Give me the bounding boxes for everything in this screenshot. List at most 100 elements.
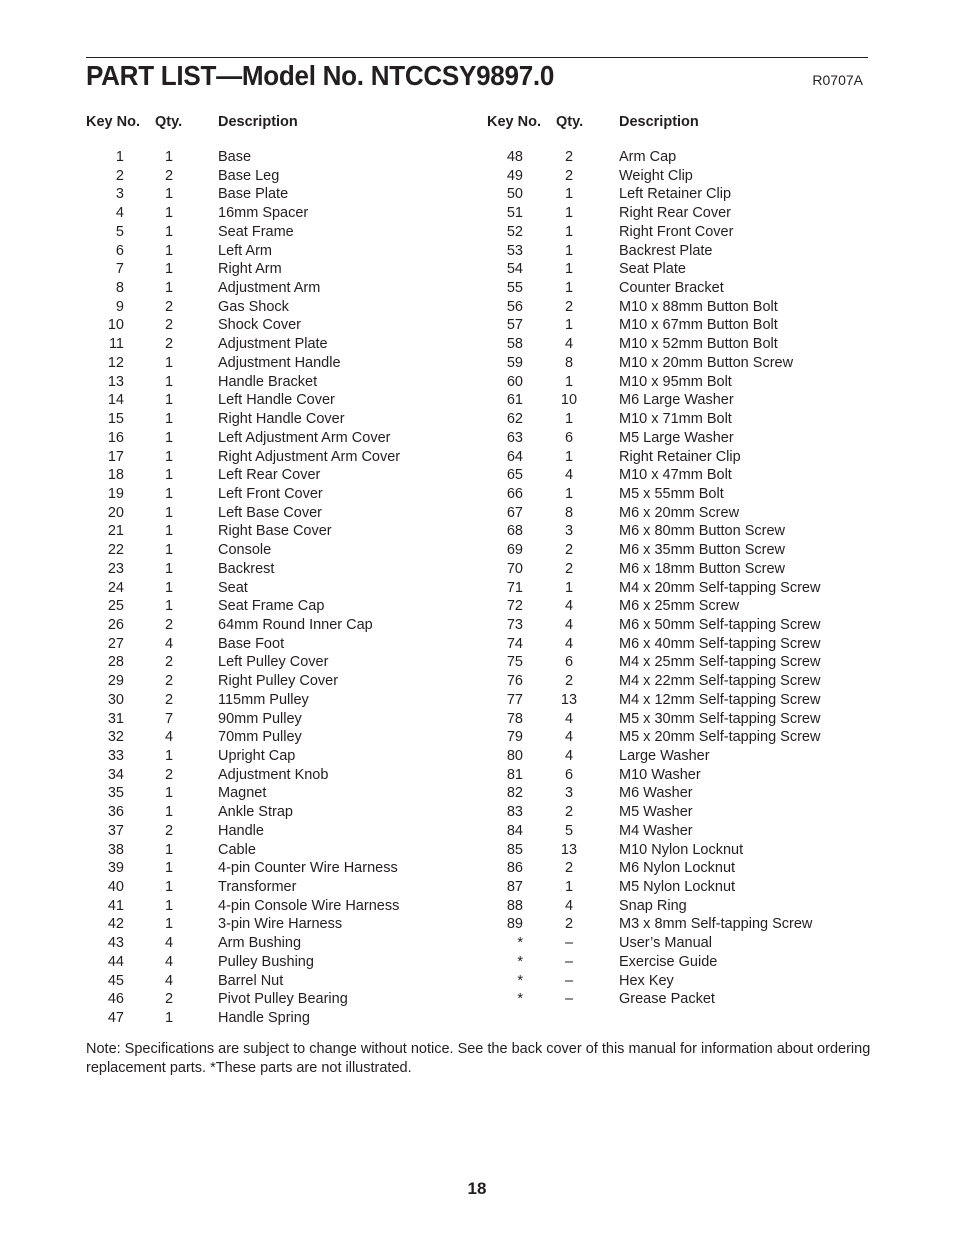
part-key-number: 39 bbox=[107, 860, 124, 877]
part-description: M4 x 12mm Self-tapping Screw bbox=[619, 691, 821, 708]
part-key-number: 18 bbox=[107, 467, 124, 484]
part-key-number: 61 bbox=[506, 392, 523, 409]
part-key-number: 37 bbox=[107, 822, 124, 839]
part-description: M6 x 35mm Button Screw bbox=[619, 542, 785, 559]
header-description: Description bbox=[218, 114, 298, 130]
part-key-number: 6 bbox=[115, 242, 124, 259]
part-description: Adjustment Plate bbox=[218, 336, 328, 353]
part-description: Left Pulley Cover bbox=[218, 654, 329, 671]
part-description: Seat Frame Cap bbox=[218, 598, 325, 615]
part-key-number: 80 bbox=[506, 748, 523, 764]
part-description: Barrel Nut bbox=[218, 972, 284, 989]
part-quantity: 2 bbox=[564, 167, 574, 184]
part-quantity: 2 bbox=[164, 654, 174, 671]
part-key-number: 2 bbox=[115, 167, 124, 184]
part-quantity: 1 bbox=[564, 579, 574, 596]
part-key-number: 56 bbox=[506, 298, 523, 315]
part-description: Arm Cap bbox=[619, 149, 677, 165]
part-quantity: 4 bbox=[564, 616, 574, 633]
part-key-number: 50 bbox=[506, 186, 523, 203]
part-description: M5 x 55mm Bolt bbox=[619, 485, 724, 502]
part-key-number: 5 bbox=[115, 223, 124, 240]
part-key-number: 73 bbox=[506, 616, 523, 633]
part-description: 90mm Pulley bbox=[218, 710, 302, 727]
part-quantity: 1 bbox=[164, 392, 174, 409]
part-key-number: 16 bbox=[107, 429, 124, 446]
part-description: M6 x 18mm Button Screw bbox=[619, 560, 785, 577]
part-description: M10 x 95mm Bolt bbox=[619, 373, 732, 390]
part-description: Exercise Guide bbox=[619, 953, 718, 970]
part-quantity: 2 bbox=[564, 860, 574, 877]
part-key-number: 42 bbox=[107, 916, 124, 933]
part-quantity: 1 bbox=[164, 205, 174, 222]
top-rule bbox=[86, 57, 868, 58]
part-description: Right Adjustment Arm Cover bbox=[218, 448, 401, 465]
part-key-number: 86 bbox=[506, 860, 523, 877]
part-description: 4-pin Counter Wire Harness bbox=[218, 860, 398, 877]
part-description: 4-pin Console Wire Harness bbox=[218, 897, 400, 914]
part-key-number: 31 bbox=[107, 710, 124, 727]
part-quantity: – bbox=[564, 972, 574, 989]
part-quantity: 1 bbox=[164, 598, 174, 615]
part-description: Weight Clip bbox=[619, 167, 693, 184]
part-description: Cable bbox=[218, 841, 256, 858]
part-description: Seat Plate bbox=[619, 261, 686, 278]
part-key-number: 77 bbox=[506, 691, 523, 708]
part-key-number: 12 bbox=[107, 354, 124, 371]
part-quantity: 4 bbox=[164, 635, 174, 652]
part-description: Handle Spring bbox=[218, 1010, 310, 1027]
part-description: M5 x 30mm Self-tapping Screw bbox=[619, 710, 821, 727]
document-code: R0707A bbox=[812, 72, 863, 88]
part-description: Pivot Pulley Bearing bbox=[218, 991, 348, 1008]
part-description: M6 Washer bbox=[619, 785, 693, 802]
part-quantity: 1 bbox=[564, 186, 574, 203]
part-description: M6 x 50mm Self-tapping Screw bbox=[619, 616, 821, 633]
part-quantity: 5 bbox=[564, 822, 574, 839]
part-description: Adjustment Handle bbox=[218, 354, 341, 371]
part-description: 16mm Spacer bbox=[218, 205, 309, 222]
part-description: M10 Washer bbox=[619, 766, 701, 783]
part-key-number: 35 bbox=[107, 785, 124, 802]
part-quantity: 8 bbox=[564, 504, 574, 521]
part-description: 70mm Pulley bbox=[218, 729, 302, 746]
part-description: Handle Bracket bbox=[218, 373, 318, 390]
part-quantity: 4 bbox=[164, 935, 174, 952]
header-description: Description bbox=[619, 114, 699, 130]
part-key-number: * bbox=[517, 935, 523, 952]
part-description: M5 Large Washer bbox=[619, 429, 734, 446]
part-description: Transformer bbox=[218, 879, 297, 896]
part-key-number: * bbox=[517, 991, 523, 1008]
part-key-number: 36 bbox=[107, 804, 124, 821]
part-quantity: 1 bbox=[164, 916, 174, 933]
part-description: Right Front Cover bbox=[619, 223, 734, 240]
part-quantity: 2 bbox=[564, 560, 574, 577]
part-quantity: 4 bbox=[564, 598, 574, 615]
part-description: Right Base Cover bbox=[218, 523, 332, 540]
part-quantity: 1 bbox=[564, 317, 574, 334]
part-description: M6 Large Washer bbox=[619, 392, 734, 409]
part-quantity: 1 bbox=[564, 879, 574, 896]
part-quantity: 2 bbox=[164, 673, 174, 690]
part-quantity: 1 bbox=[164, 242, 174, 259]
part-quantity: 1 bbox=[164, 804, 174, 821]
part-key-number: 44 bbox=[107, 953, 124, 970]
part-key-number: 53 bbox=[506, 242, 523, 259]
part-quantity: 4 bbox=[564, 467, 574, 484]
part-description: Adjustment Knob bbox=[218, 766, 329, 783]
part-quantity: 2 bbox=[164, 991, 174, 1008]
part-key-number: 38 bbox=[107, 841, 124, 858]
part-key-number: 10 bbox=[107, 317, 124, 334]
part-quantity: 1 bbox=[164, 841, 174, 858]
part-key-number: * bbox=[517, 972, 523, 989]
header-key-no: Key No. bbox=[487, 114, 541, 130]
part-quantity: 1 bbox=[564, 485, 574, 502]
part-description: Large Washer bbox=[619, 748, 710, 764]
part-key-number: 78 bbox=[506, 710, 523, 727]
part-quantity: 13 bbox=[560, 691, 578, 708]
part-key-number: 33 bbox=[107, 748, 124, 764]
part-quantity: 1 bbox=[164, 280, 174, 297]
part-quantity: 7 bbox=[164, 710, 174, 727]
part-key-number: 24 bbox=[107, 579, 124, 596]
part-key-number: 34 bbox=[107, 766, 124, 783]
part-description: M5 Nylon Locknut bbox=[619, 879, 736, 896]
